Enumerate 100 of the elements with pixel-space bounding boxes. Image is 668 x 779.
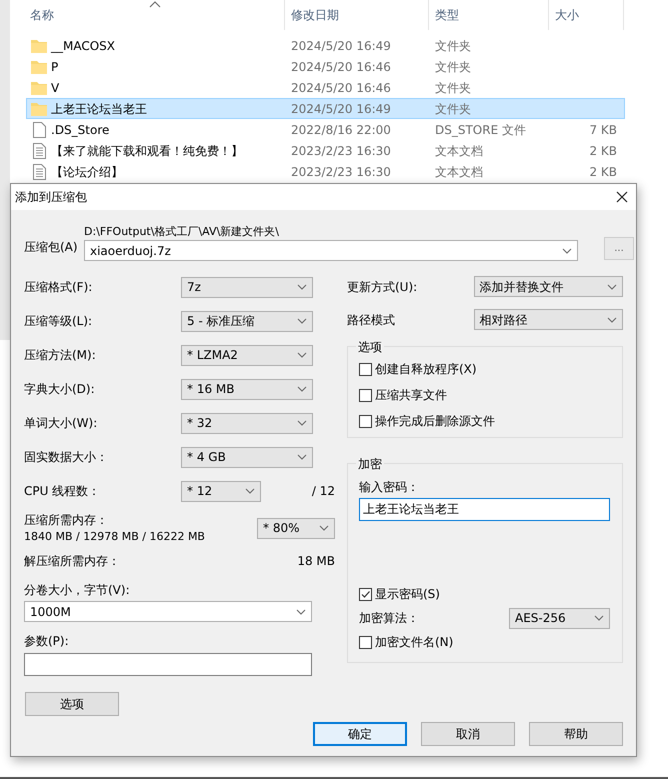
folder-icon <box>31 80 47 94</box>
chevron-down-icon <box>562 248 572 254</box>
field-label: 解压缩所需内存： <box>24 553 120 570</box>
checkbox[interactable] <box>359 388 372 402</box>
column-header[interactable]: 名称 <box>30 0 285 30</box>
field-label: 参数(P): <box>24 633 70 648</box>
chevron-down-icon <box>607 284 617 290</box>
checkbox[interactable] <box>359 588 372 600</box>
sort-caret-icon <box>149 1 161 8</box>
browse-button[interactable]: ... <box>604 237 634 260</box>
file-name: 【论坛介绍】 <box>51 164 124 180</box>
checkbox[interactable] <box>359 414 372 428</box>
file-date: 2024/5/20 16:49 <box>291 38 392 54</box>
checkbox[interactable] <box>359 362 372 376</box>
dropdown[interactable]: * 12 <box>181 480 261 502</box>
checkbox-label[interactable]: 压缩共享文件 <box>375 386 447 404</box>
field-label: 压缩等级(L): <box>24 313 94 330</box>
file-row[interactable]: 上老王论坛当老王 2024/5/20 16:49 文件夹 <box>26 98 625 119</box>
folder-icon <box>31 60 47 74</box>
file-row[interactable]: V 2024/5/20 16:46 文件夹 <box>26 77 625 98</box>
file-row[interactable]: .DS_Store 2022/8/16 22:00 DS_STORE 文件 7 KB <box>26 119 625 140</box>
checkbox-label[interactable]: 加密文件名(N) <box>375 633 454 651</box>
archive-path: D:\FFOutput\格式工厂\AV\新建文件夹\ <box>84 224 280 240</box>
chevron-down-icon <box>594 615 604 621</box>
dropdown[interactable]: 1000M <box>24 601 312 622</box>
file-row[interactable]: 【论坛介绍】 2023/2/23 16:30 文本文档 2 KB <box>26 161 625 182</box>
column-header[interactable]: 类型 <box>429 0 549 30</box>
chevron-down-icon <box>297 420 307 426</box>
file-name: P <box>51 58 60 76</box>
dropdown[interactable]: AES-256 <box>509 608 610 628</box>
chevron-down-icon <box>319 525 329 531</box>
field-label: 字典大小(D): <box>24 381 96 398</box>
field-label: 更新方式(U): <box>347 278 418 296</box>
field-label: 输入密码： <box>359 479 420 495</box>
file-type: 文件夹 <box>435 38 472 54</box>
dropdown[interactable]: * 32 <box>181 412 313 434</box>
file-row[interactable]: 【来了就能下载和观看！纯免费！】 2023/2/23 16:30 文本文档 2 KB <box>26 140 625 161</box>
dialog-button[interactable]: 确定 <box>313 722 407 746</box>
thread-max: / 12 <box>312 483 335 500</box>
file-icon <box>32 122 46 138</box>
file-type: 文件夹 <box>435 58 472 76</box>
checkbox-label[interactable]: 操作完成后删除源文件 <box>375 412 495 430</box>
dropdown[interactable]: * 80% <box>257 518 335 538</box>
file-type: 文件夹 <box>435 80 472 96</box>
window-title: 添加到压缩包 <box>15 189 87 206</box>
dropdown[interactable]: 5 - 标准压缩 <box>181 310 313 332</box>
field-label: 压缩格式(F): <box>24 279 94 296</box>
close-icon[interactable] <box>616 191 628 203</box>
password-field[interactable]: 上老王论坛当老王 <box>359 498 610 521</box>
dropdown[interactable]: * 16 MB <box>181 378 313 400</box>
chevron-down-icon <box>297 284 307 290</box>
field-label: 分卷大小，字节(V): <box>24 582 131 597</box>
file-date: 2024/5/20 16:49 <box>291 100 392 118</box>
file-type: 文件夹 <box>435 100 472 118</box>
file-date: 2023/2/23 16:30 <box>291 142 392 160</box>
field-label: 单词大小(W): <box>24 415 98 432</box>
chevron-down-icon <box>297 318 307 324</box>
column-header[interactable]: 大小 <box>549 0 624 30</box>
file-date: 2023/2/23 16:30 <box>291 164 392 180</box>
chevron-down-icon <box>297 386 307 392</box>
folder-icon <box>31 102 47 116</box>
checkbox[interactable] <box>359 636 372 648</box>
dropdown[interactable]: xiaoerduoj.7z <box>84 240 578 261</box>
file-name: __MACOSX <box>51 38 116 54</box>
file-row[interactable]: __MACOSX 2024/5/20 16:49 文件夹 <box>26 35 625 56</box>
dropdown[interactable]: * LZMA2 <box>181 344 313 366</box>
file-size: 7 KB <box>588 122 617 138</box>
checkbox-label[interactable]: 显示密码(S) <box>375 585 440 603</box>
text-file-icon <box>32 142 46 158</box>
field-label: 压缩所需内存： <box>24 512 109 529</box>
dialog-button[interactable]: 取消 <box>421 722 515 746</box>
dropdown[interactable]: 添加并替换文件 <box>474 276 623 297</box>
chevron-down-icon <box>297 352 307 358</box>
folder-icon <box>31 38 47 52</box>
options-button[interactable]: 选项 <box>25 692 119 716</box>
dropdown[interactable]: * 4 GB <box>181 446 313 468</box>
field-label: 压缩方法(M): <box>24 347 97 364</box>
text-file-icon <box>32 164 46 180</box>
dropdown[interactable]: 7z <box>181 276 313 298</box>
params-field[interactable] <box>24 653 312 676</box>
field-label: 路径模式 <box>347 312 396 328</box>
field-label: 压缩包(A) <box>24 239 76 256</box>
checkbox-label[interactable]: 创建自释放程序(X) <box>375 360 477 378</box>
memory-usage: 1840 MB / 12978 MB / 16222 MB <box>24 528 205 545</box>
file-type: 文本文档 <box>435 164 484 180</box>
file-name: .DS_Store <box>51 122 110 138</box>
file-row[interactable]: P 2024/5/20 16:46 文件夹 <box>26 56 625 77</box>
chevron-down-icon <box>245 488 255 494</box>
dropdown[interactable]: 相对路径 <box>474 309 623 330</box>
file-name: 【来了就能下载和观看！纯免费！】 <box>51 142 244 160</box>
file-name: V <box>51 80 60 96</box>
file-type: 文本文档 <box>435 142 484 160</box>
file-date: 2024/5/20 16:46 <box>291 58 392 76</box>
column-header[interactable]: 修改日期 <box>285 0 429 30</box>
file-date: 2022/8/16 22:00 <box>291 122 392 138</box>
field-label: CPU 线程数： <box>24 483 102 500</box>
decompress-memory: 18 MB <box>297 553 335 570</box>
dialog-button[interactable]: 帮助 <box>529 722 623 746</box>
file-date: 2024/5/20 16:46 <box>291 80 392 96</box>
file-name: 上老王论坛当老王 <box>51 100 148 118</box>
